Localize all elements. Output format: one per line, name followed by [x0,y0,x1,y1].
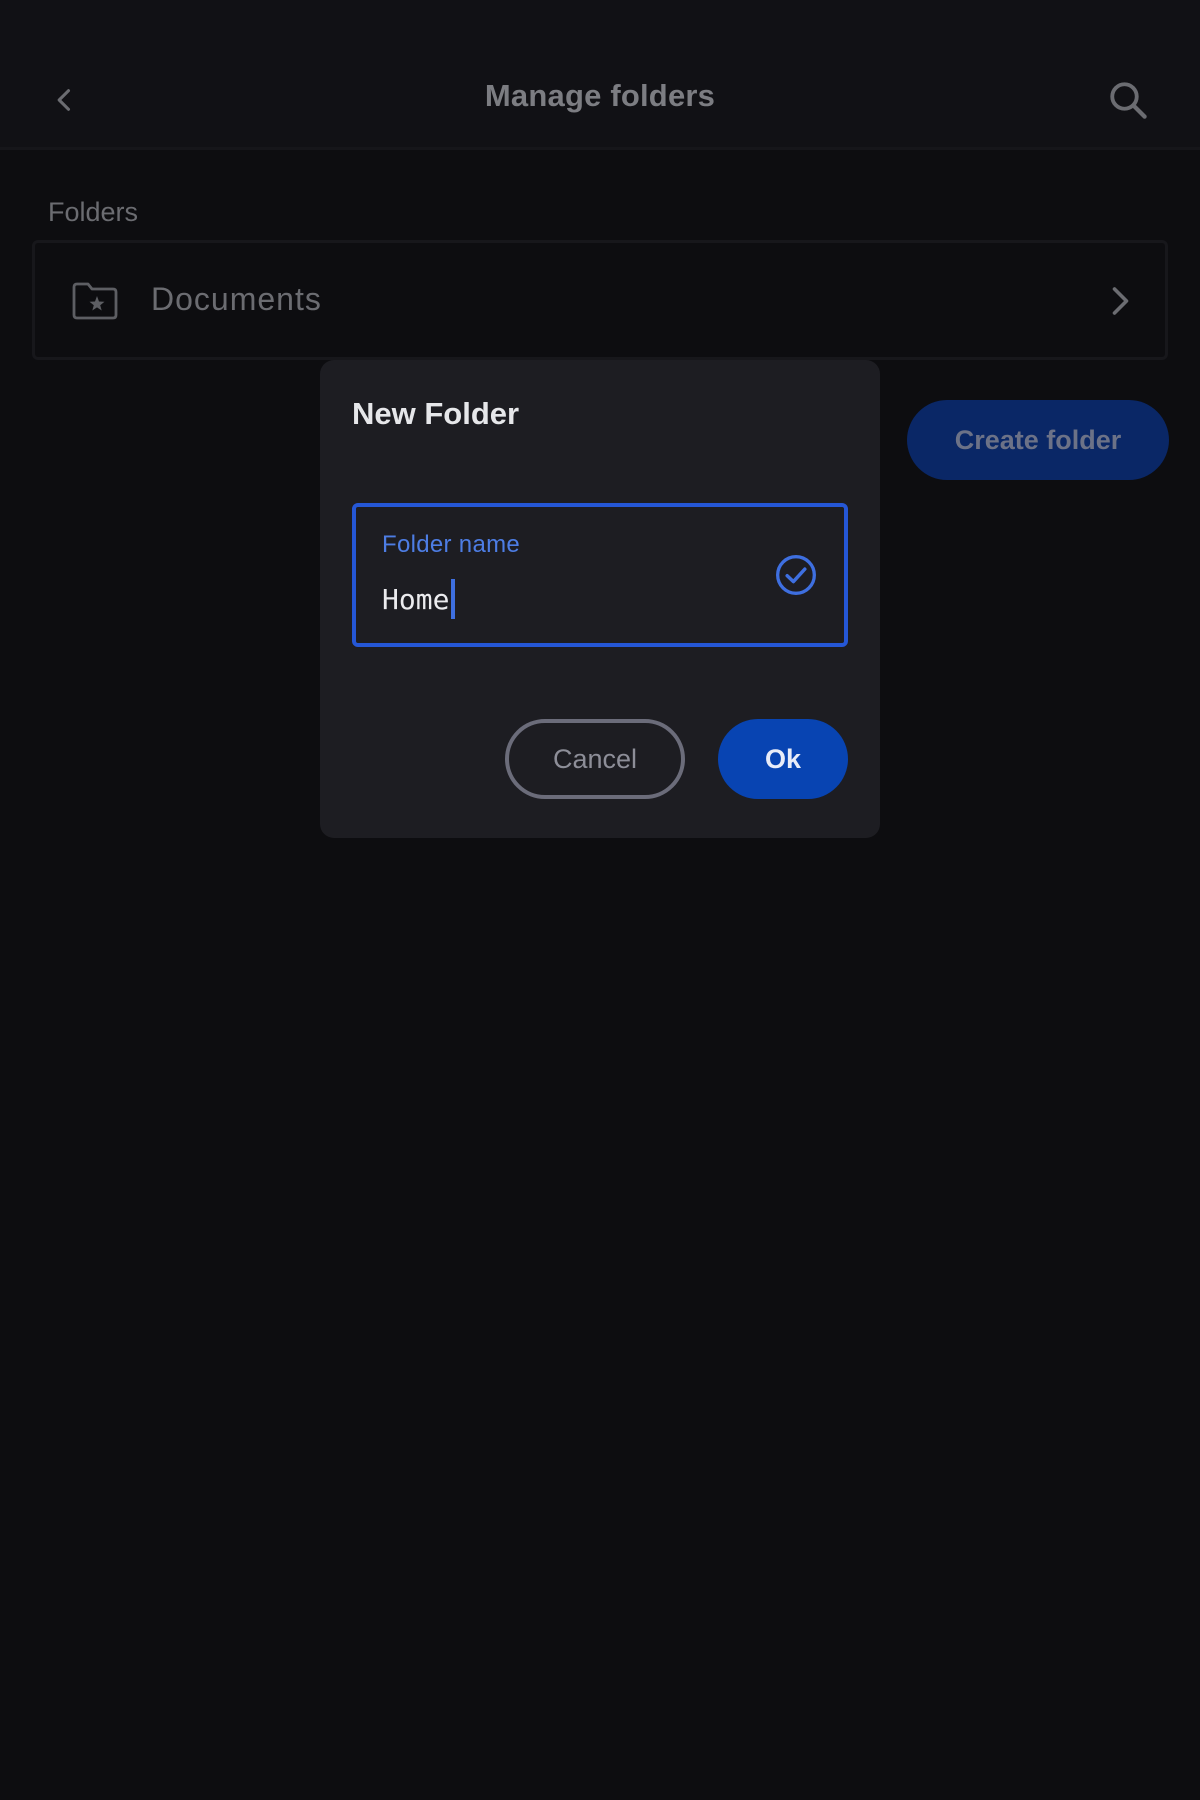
folder-name-value: Home [382,582,450,616]
ok-button[interactable]: Ok [718,719,848,799]
create-folder-button[interactable]: Create folder [907,400,1169,480]
text-caret [451,579,456,619]
folder-name-label: Folder name [382,531,521,558]
folder-star-icon [72,282,118,320]
app-screen: Manage folders Folders Documents Create … [0,0,1200,1800]
page-title: Manage folders [484,78,716,113]
section-label-folders: Folders [48,197,139,227]
dialog-title: New Folder [352,396,520,431]
search-button[interactable] [1100,72,1156,128]
new-folder-dialog: New Folder Folder name Home Cancel Ok [320,360,880,838]
cancel-button[interactable]: Cancel [505,719,685,799]
folder-name-field[interactable]: Folder name Home [352,503,848,647]
folder-name-input[interactable]: Home [382,579,456,619]
top-app-bar: Manage folders [0,0,1200,150]
check-circle-icon [776,555,816,595]
folder-list-item[interactable]: Documents [32,240,1168,360]
folder-label: Documents [151,281,322,317]
search-icon [1110,82,1147,119]
chevron-right-icon [1112,287,1129,315]
